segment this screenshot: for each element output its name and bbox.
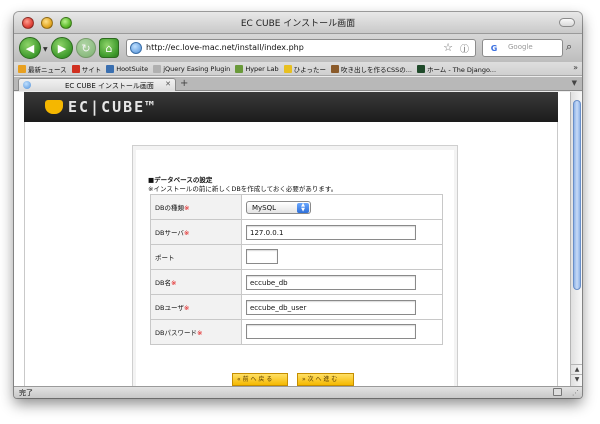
table-row: DBの種類※ MySQL ▲ ▼: [150, 194, 443, 220]
next-step-button[interactable]: » 次 へ 進 む: [297, 373, 354, 386]
bookmark-item[interactable]: HootSuite: [106, 64, 148, 73]
search-engine-selector[interactable]: G: [482, 39, 506, 57]
reload-button[interactable]: ↻: [76, 38, 96, 58]
table-row: DBユーザ※ eccube_db_user: [150, 294, 443, 320]
bookmark-item[interactable]: ホーム - The Django...: [416, 64, 496, 74]
db-server-input[interactable]: 127.0.0.1: [246, 224, 416, 240]
field-cell: [241, 244, 443, 270]
field-cell: 127.0.0.1: [241, 219, 443, 245]
field-cell: [241, 319, 443, 345]
site-header: EC|CUBE™: [24, 92, 558, 122]
scrollbar-thumb[interactable]: [573, 100, 581, 290]
table-row: DBサーバ※ 127.0.0.1: [150, 219, 443, 245]
arrow-right-icon: ▶: [57, 41, 67, 55]
db-user-input[interactable]: eccube_db_user: [246, 299, 416, 315]
tab-eccube-install[interactable]: EC CUBE インストール画面 ✕: [18, 78, 176, 91]
table-row: DBパスワード※: [150, 319, 443, 345]
page-content: EC|CUBE™ ■データベースの設定 ※インストールの前に新しくDBを作成して…: [14, 92, 570, 386]
field-label: DB名※: [150, 269, 242, 295]
hootsuite-icon: [106, 64, 115, 73]
db-name-input[interactable]: eccube_db: [246, 274, 416, 290]
back-history-dropdown-icon[interactable]: ▼: [43, 46, 48, 53]
content-divider: [557, 122, 558, 386]
field-label: DBの種類※: [150, 194, 242, 220]
bookmark-item[interactable]: ひよったー: [283, 64, 326, 74]
field-cell: eccube_db_user: [241, 294, 443, 320]
forward-button[interactable]: ▶: [51, 37, 73, 59]
port-input[interactable]: [246, 248, 278, 264]
content-divider: [24, 122, 25, 386]
status-bar: 完了 ⋰: [14, 386, 582, 398]
close-tab-icon[interactable]: ✕: [165, 80, 171, 88]
scroll-down-icon[interactable]: ▼: [571, 374, 582, 384]
required-mark: ※: [196, 329, 203, 337]
site-icon: [71, 64, 80, 73]
field-label: ポート: [150, 244, 242, 270]
resize-grip-icon[interactable]: ⋰: [572, 389, 579, 397]
folder-icon: [283, 64, 292, 73]
tab-label: EC CUBE インストール画面: [65, 82, 154, 90]
django-icon: [416, 64, 425, 73]
tab-list-icon[interactable]: ▼: [572, 79, 577, 87]
search-placeholder: Google: [508, 43, 533, 51]
bookmarks-overflow-icon[interactable]: »: [573, 63, 578, 72]
google-logo-icon: G: [490, 43, 498, 53]
field-label: DBユーザ※: [150, 294, 242, 320]
required-mark: ※: [183, 304, 190, 312]
back-step-button[interactable]: « 前 へ 戻 る: [232, 373, 288, 386]
arrow-left-icon: ◀: [25, 41, 35, 55]
bookmarks-bar: 最新ニュース サイト HootSuite jQuery Easing Plugi…: [14, 62, 582, 76]
rss-icon: [18, 64, 26, 73]
required-mark: ※: [183, 229, 190, 237]
title-bar: EC CUBE インストール画面: [14, 12, 582, 34]
bookmark-item[interactable]: Hyper Lab: [235, 64, 279, 73]
bookmark-star-icon[interactable]: ☆: [443, 41, 453, 54]
address-bar[interactable]: http://ec.love-mac.net/install/index.php…: [126, 39, 476, 57]
search-icon[interactable]: ⌕: [566, 40, 572, 54]
bookmark-item[interactable]: サイト: [71, 64, 101, 74]
home-button[interactable]: ⌂: [99, 38, 119, 58]
scroll-up-icon[interactable]: ▲: [571, 364, 582, 374]
site-favicon-icon: [130, 42, 142, 54]
status-text: 完了: [19, 389, 33, 397]
eccube-logo-icon: [45, 100, 63, 114]
hyperlab-icon: [235, 64, 244, 73]
bookmark-item[interactable]: jQuery Easing Plugin: [153, 64, 230, 73]
navigation-toolbar: ◀ ▼ ▶ ↻ ⌂ http://ec.love-mac.net/install…: [14, 34, 582, 62]
new-tab-button[interactable]: +: [180, 78, 188, 89]
table-row: ポート: [150, 244, 443, 270]
browser-window: EC CUBE インストール画面 ◀ ▼ ▶ ↻ ⌂ http://ec.lov…: [14, 12, 582, 398]
vertical-scrollbar[interactable]: ▲ ▼: [570, 92, 582, 386]
search-input[interactable]: Google: [505, 39, 563, 57]
field-cell: MySQL ▲ ▼: [241, 194, 443, 220]
bookmark-item[interactable]: 吹き出しを作るCSSの...: [330, 64, 412, 74]
bookmark-item[interactable]: 最新ニュース: [18, 64, 67, 74]
window-title: EC CUBE インストール画面: [240, 19, 356, 29]
db-type-select[interactable]: MySQL ▲ ▼: [246, 200, 311, 214]
home-icon: ⌂: [105, 41, 113, 55]
field-label: DBパスワード※: [150, 319, 242, 345]
back-button[interactable]: ◀: [19, 37, 41, 59]
reader-icon[interactable]: ⓙ: [460, 42, 469, 55]
required-mark: ※: [183, 204, 190, 212]
db-settings-table: DBの種類※ MySQL ▲ ▼ DBサーバ※ 127.0.0.1 ポート DB名…: [150, 194, 443, 345]
speech-bubble-icon: [330, 64, 339, 73]
address-url[interactable]: http://ec.love-mac.net/install/index.php: [146, 43, 304, 52]
tab-bar: EC CUBE インストール画面 ✕ + ▼: [14, 77, 582, 91]
reload-icon: ↻: [81, 41, 91, 55]
section-note: ※インストールの前に新しくDBを作成しておく必要があります。: [148, 185, 338, 193]
field-label: DBサーバ※: [150, 219, 242, 245]
site-logo: EC|CUBE™: [68, 98, 157, 116]
field-cell: eccube_db: [241, 269, 443, 295]
page-icon: [153, 64, 162, 73]
toolbar-toggle-button[interactable]: [559, 18, 575, 27]
select-arrows-icon: ▲ ▼: [297, 202, 309, 213]
db-password-input[interactable]: [246, 323, 416, 339]
lock-status-icon: [553, 388, 562, 396]
table-row: DB名※ eccube_db: [150, 269, 443, 295]
tab-favicon-icon: [23, 81, 31, 89]
required-mark: ※: [170, 279, 177, 287]
